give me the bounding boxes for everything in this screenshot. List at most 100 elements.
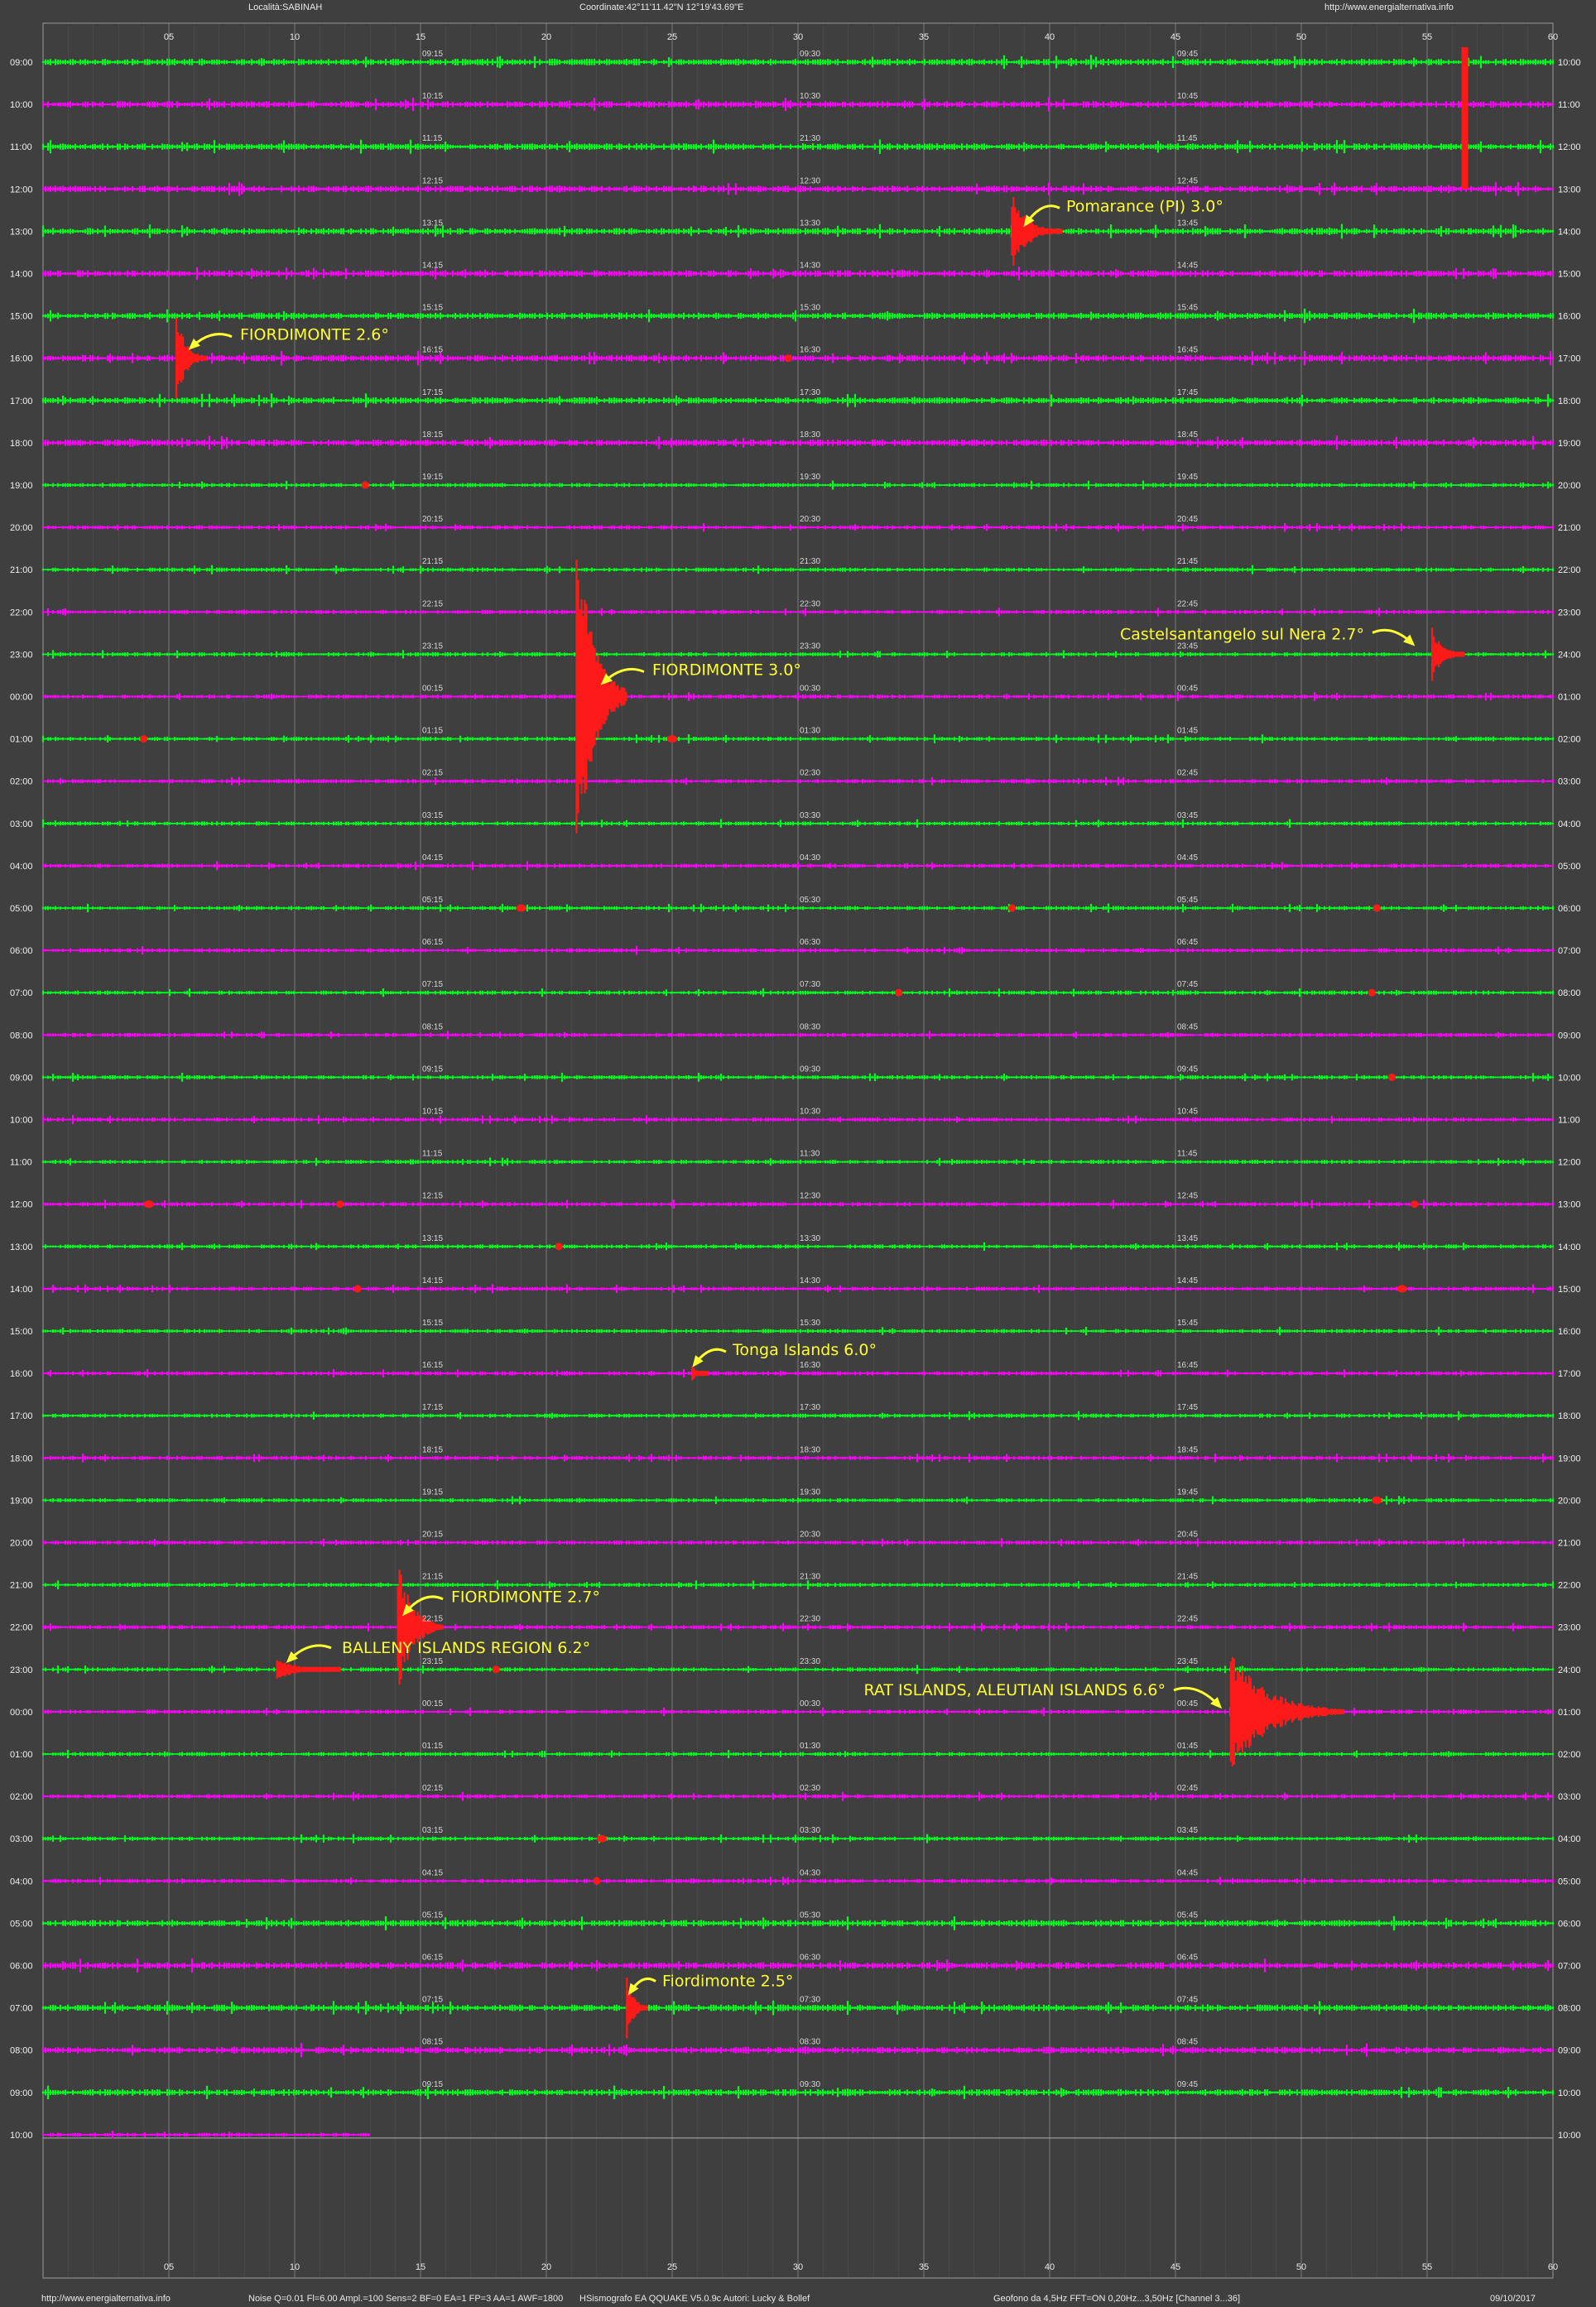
quarter-label: 04:15 (422, 1868, 443, 1877)
row-label-left: 05:00 (10, 1919, 33, 1929)
row-label-left: 23:00 (10, 650, 33, 660)
row-label-left: 11:00 (10, 142, 32, 152)
event-label: Pomarance (PI) 3.0° (1066, 197, 1223, 215)
row-label-left: 18:00 (10, 439, 33, 449)
quarter-label: 19:45 (1177, 473, 1198, 482)
quarter-label: 14:15 (422, 1276, 443, 1286)
x-tick-label-top: 15 (416, 32, 425, 42)
row-label-left: 06:00 (10, 1962, 33, 1972)
quarter-label: 11:15 (422, 134, 443, 143)
quarter-label: 10:45 (1177, 92, 1198, 101)
locality-label: Località:SABINAH (248, 2, 323, 12)
row-label-left: 17:00 (10, 1411, 33, 1421)
row-label-right: 19:00 (1558, 439, 1581, 449)
coordinates-label: Coordinate:42°11'11.42"N 12°19'43.69"E (579, 2, 744, 12)
quarter-label: 00:45 (1177, 1699, 1198, 1709)
row-label-left: 23:00 (10, 1665, 33, 1675)
x-tick-label-bottom: 35 (919, 2262, 929, 2272)
row-label-right: 16:00 (1558, 1327, 1581, 1337)
quarter-label: 17:45 (1177, 388, 1198, 397)
quarter-label: 07:30 (800, 980, 820, 989)
row-label-right: 10:00 (1558, 58, 1581, 68)
quarter-label: 07:15 (422, 1996, 443, 2005)
quarter-label: 13:45 (1177, 1234, 1198, 1243)
row-label-right: 16:00 (1558, 312, 1581, 322)
row-label-left: 16:00 (10, 1369, 33, 1379)
quarter-label: 05:45 (1177, 896, 1198, 905)
quarter-label: 05:30 (800, 896, 820, 905)
footer-date: 09/10/2017 (1490, 2294, 1536, 2304)
row-label-right: 04:00 (1558, 1834, 1581, 1844)
event-blip (593, 1877, 601, 1885)
quarter-label: 11:30 (800, 1150, 820, 1159)
row-label-left: 06:00 (10, 946, 33, 956)
row-label-left: 12:00 (10, 1200, 33, 1210)
row-label-left: 20:00 (10, 1539, 33, 1549)
event-blip (1372, 904, 1381, 912)
quarter-label: 16:30 (800, 1361, 820, 1370)
x-tick-label-bottom: 40 (1045, 2262, 1055, 2272)
quarter-label: 22:30 (800, 599, 820, 608)
row-label-left: 15:00 (10, 1327, 33, 1337)
quarter-label: 03:30 (800, 1826, 820, 1835)
quarter-label: 20:45 (1177, 515, 1198, 524)
quarter-label: 06:30 (800, 1954, 820, 1963)
row-label-left: 02:00 (10, 1792, 33, 1802)
quarter-label: 10:45 (1177, 1108, 1198, 1117)
quarter-label: 05:15 (422, 1910, 443, 1920)
row-label-right: 10:00 (1558, 2131, 1581, 2141)
row-label-left: 10:00 (10, 2131, 33, 2141)
x-tick-label-top: 20 (541, 32, 551, 42)
row-label-right: 15:00 (1558, 1285, 1581, 1295)
quarter-label: 09:30 (800, 50, 820, 59)
footer-params: Noise Q=0.01 Fl=6.00 Ampl.=100 Sens=2 BF… (248, 2294, 564, 2304)
quarter-label: 09:15 (422, 1065, 443, 1074)
quarter-label: 14:45 (1177, 262, 1198, 271)
event-blip (140, 735, 148, 743)
row-label-right: 04:00 (1558, 819, 1581, 829)
quarter-label: 12:30 (800, 176, 820, 185)
event-blip (784, 354, 792, 363)
quarter-label: 13:15 (422, 219, 443, 228)
quarter-label: 14:45 (1177, 1276, 1198, 1286)
quarter-label: 15:15 (422, 304, 443, 313)
event-blip (555, 1242, 563, 1251)
footer-url[interactable]: http://www.energialternativa.info (41, 2294, 171, 2304)
quarter-label: 18:15 (422, 430, 443, 440)
event-blip (1368, 988, 1376, 997)
event-blip (666, 735, 678, 743)
row-label-right: 22:00 (1558, 1581, 1581, 1591)
quarter-label: 04:45 (1177, 853, 1198, 863)
quarter-label: 02:45 (1177, 769, 1198, 778)
x-tick-label-top: 30 (793, 32, 803, 42)
header-url[interactable]: http://www.energialternativa.info (1324, 2, 1454, 12)
footer-sensor: Geofono da 4,5Hz FFT=ON 0,20Hz...3,50Hz … (993, 2294, 1241, 2304)
quarter-label: 20:30 (800, 1531, 820, 1540)
event-label: FIORDIMONTE 2.6° (240, 326, 389, 344)
quarter-label: 00:30 (800, 685, 820, 694)
x-tick-label-bottom: 20 (541, 2262, 551, 2272)
row-label-left: 09:00 (10, 2088, 33, 2098)
row-label-left: 13:00 (10, 1242, 33, 1252)
row-label-right: 03:00 (1558, 777, 1581, 787)
quarter-label: 01:30 (800, 727, 820, 736)
row-label-left: 10:00 (10, 100, 33, 110)
event-label: FIORDIMONTE 3.0° (652, 661, 801, 680)
quarter-label: 05:30 (800, 1910, 820, 1920)
x-tick-label-bottom: 55 (1422, 2262, 1432, 2272)
x-tick-label-bottom: 45 (1171, 2262, 1180, 2272)
x-tick-label-top: 45 (1171, 32, 1180, 42)
quarter-label: 22:45 (1177, 1615, 1198, 1624)
quarter-label: 15:30 (800, 304, 820, 313)
row-label-left: 03:00 (10, 1834, 33, 1844)
row-label-left: 22:00 (10, 608, 33, 618)
quarter-label: 21:15 (422, 1573, 443, 1582)
row-label-right: 12:00 (1558, 142, 1581, 152)
row-label-left: 16:00 (10, 354, 33, 364)
event-label: BALLENY ISLANDS REGION 6.2° (342, 1639, 590, 1657)
quarter-label: 22:15 (422, 1615, 443, 1624)
x-tick-label-bottom: 50 (1296, 2262, 1306, 2272)
row-label-left: 17:00 (10, 397, 33, 406)
quarter-label: 03:15 (422, 811, 443, 820)
row-label-left: 01:00 (10, 735, 33, 745)
